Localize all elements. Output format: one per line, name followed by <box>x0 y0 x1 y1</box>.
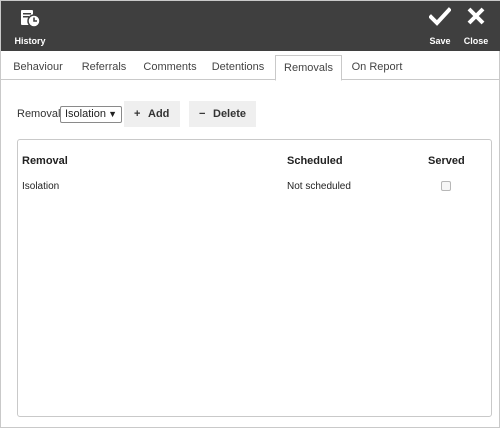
close-label: Close <box>463 36 489 46</box>
tab-comments[interactable]: Comments <box>137 55 203 80</box>
dialog-frame: History Save Close Behaviour Referrals C… <box>0 0 500 428</box>
save-button[interactable]: Save <box>426 1 454 51</box>
tab-referrals[interactable]: Referrals <box>73 55 135 80</box>
add-label: Add <box>148 108 170 120</box>
removal-filter-label: Removal: <box>17 108 64 120</box>
history-icon <box>19 7 41 32</box>
tab-on-report[interactable]: On Report <box>344 55 410 80</box>
removal-type-select[interactable]: Isolation ▼ <box>60 106 122 123</box>
plus-icon: + <box>134 108 141 120</box>
history-label: History <box>14 36 46 46</box>
tab-bar: Behaviour Referrals Comments Detentions … <box>1 55 500 81</box>
tab-behaviour[interactable]: Behaviour <box>5 55 71 80</box>
history-button[interactable]: History <box>11 1 49 51</box>
column-header-served[interactable]: Served <box>428 155 465 167</box>
minus-icon: − <box>199 108 206 120</box>
top-toolbar: History Save Close <box>1 1 500 51</box>
close-icon <box>467 7 485 28</box>
served-checkbox[interactable] <box>441 181 451 191</box>
removal-cell: Isolation <box>22 181 60 192</box>
tab-detentions[interactable]: Detentions <box>205 55 271 80</box>
add-button[interactable]: + Add <box>124 101 180 127</box>
removal-select-value: Isolation <box>65 108 106 120</box>
dropdown-arrow-icon: ▼ <box>108 109 117 119</box>
tab-removals[interactable]: Removals <box>275 55 342 81</box>
delete-button[interactable]: − Delete <box>189 101 256 127</box>
delete-label: Delete <box>213 108 247 120</box>
close-button[interactable]: Close <box>461 1 491 51</box>
checkmark-icon <box>428 7 452 30</box>
removals-grid: Removal Scheduled Served Isolation Not s… <box>17 139 492 417</box>
column-header-removal[interactable]: Removal <box>22 155 68 167</box>
column-header-scheduled[interactable]: Scheduled <box>287 155 343 167</box>
action-row: Removal: Isolation ▼ + Add − Delete <box>17 101 487 127</box>
save-label: Save <box>429 36 451 46</box>
scheduled-cell: Not scheduled <box>287 181 351 192</box>
